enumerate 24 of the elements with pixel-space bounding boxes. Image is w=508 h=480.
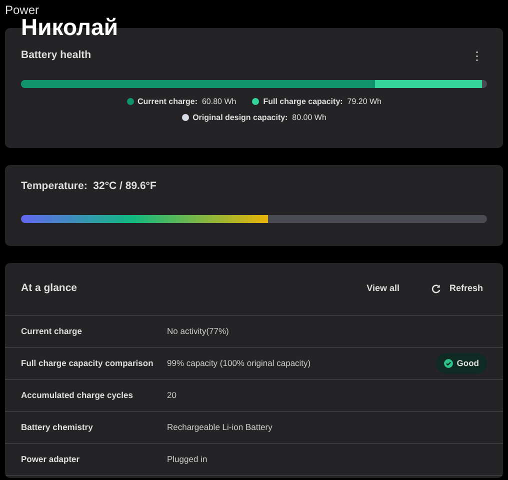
temperature-text: Temperature: 32°C / 89.6°F [21, 179, 158, 194]
row-value: Rechargeable Li-ion Battery [167, 421, 272, 434]
row-label: Accumulated charge cycles [21, 389, 134, 402]
window-title: Power [5, 3, 40, 17]
status-badge: Good [436, 353, 487, 374]
legend-text: Original design capacity: 80.00 Wh [192, 112, 326, 124]
more-button[interactable]: ⋮ [467, 50, 487, 62]
overlay-text: Николай [21, 16, 118, 39]
row-label: Power adapter [21, 453, 81, 466]
refresh-button[interactable]: Refresh [427, 280, 487, 298]
panel-title: At a glance [21, 281, 78, 296]
row-value: 99% capacity (100% original capacity) [167, 357, 311, 370]
row-value: 20 [167, 389, 176, 402]
row-label: Current charge [21, 325, 83, 338]
row-value: Plugged in [167, 453, 208, 466]
legend-text: Full charge capacity: 79.20 Wh [263, 96, 382, 108]
legend-text: Current charge: 60.80 Wh [138, 96, 236, 108]
view-all-link[interactable]: View all [362, 280, 404, 298]
row-value: No activity(77%) [167, 325, 229, 338]
row-label: Battery chemistry [21, 421, 94, 434]
check-icon [444, 359, 453, 368]
panel-title: Battery health [21, 48, 92, 63]
row-label: Full charge capacity comparison [21, 357, 154, 370]
refresh-icon [431, 284, 442, 294]
